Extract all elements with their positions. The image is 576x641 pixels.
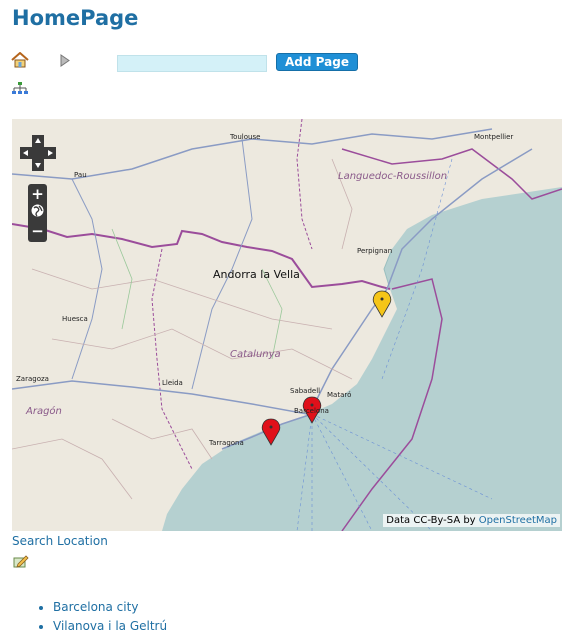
attribution-prefix: Data CC-By-SA by (386, 515, 476, 526)
map-label-aragon: Aragón (26, 406, 62, 417)
map-label-perpignan: Perpignan (357, 247, 393, 255)
map-label-lleida: Lleida (162, 379, 183, 387)
page-title: HomePage (12, 6, 139, 30)
map-attribution: Data CC-By-SA by OpenStreetMap (383, 514, 560, 527)
map-label-catalunya: Catalunya (230, 349, 281, 360)
map-label-languedoc: Languedoc-Roussillon (338, 171, 448, 182)
add-page-button[interactable]: Add Page (276, 53, 358, 71)
map-view[interactable]: Toulouse Montpellier Pau Languedoc-Rouss… (12, 119, 562, 531)
map-label-sabadell: Sabadell (290, 387, 321, 395)
sitemap-icon[interactable] (12, 82, 28, 96)
map-background (12, 119, 562, 531)
list-item[interactable]: Vilanova i la Geltrú (53, 617, 167, 636)
search-location-link[interactable]: Search Location (12, 534, 108, 548)
map-label-zaragoza: Zaragoza (16, 375, 49, 383)
home-icon[interactable] (11, 52, 29, 68)
map-label-pau: Pau (74, 171, 87, 179)
play-arrow-icon[interactable] (60, 54, 70, 67)
map-label-huesca: Huesca (62, 315, 88, 323)
pan-control[interactable] (20, 135, 56, 171)
map-label-montpellier: Montpellier (474, 133, 514, 141)
map-label-mataro: Mataró (327, 391, 352, 399)
edit-pencil-icon[interactable] (13, 554, 29, 568)
page-name-input[interactable] (117, 55, 267, 72)
map-label-andorra: Andorra la Vella (213, 268, 300, 281)
openstreetmap-link[interactable]: OpenStreetMap (479, 515, 557, 526)
location-list: Barcelona city Vilanova i la Geltrú (35, 598, 167, 636)
map-label-tarragona: Tarragona (209, 439, 244, 447)
list-item[interactable]: Barcelona city (53, 598, 167, 617)
location-link[interactable]: Vilanova i la Geltrú (53, 619, 167, 633)
map-label-barcelona: Barcelona (294, 407, 329, 415)
zoom-control: + − (28, 184, 47, 242)
globe-icon[interactable] (31, 204, 44, 217)
location-link[interactable]: Barcelona city (53, 600, 138, 614)
zoom-in-button[interactable]: + (28, 185, 47, 203)
zoom-out-button[interactable]: − (28, 222, 47, 240)
map-label-toulouse: Toulouse (230, 133, 261, 141)
